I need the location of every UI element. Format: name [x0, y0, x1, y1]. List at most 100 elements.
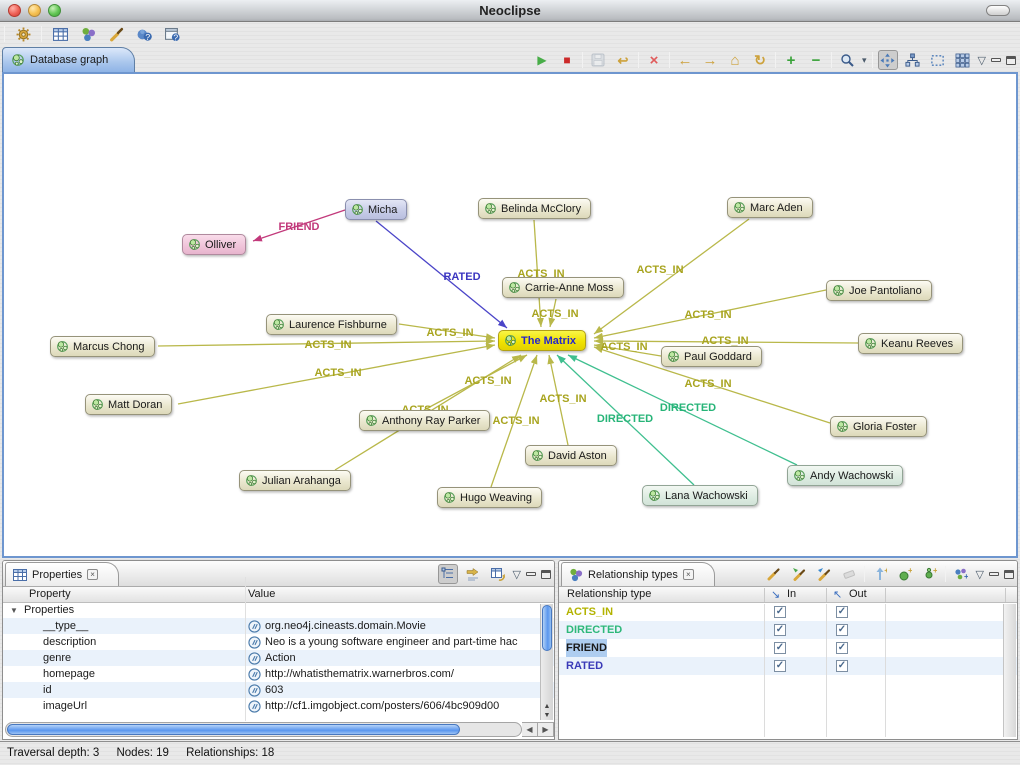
graph-canvas[interactable]: FRIENDRATEDACTS_INACTS_INACTS_INACTS_INA…: [2, 72, 1018, 558]
graph-node-gloria-foster[interactable]: Gloria Foster: [830, 416, 927, 437]
scroll-right-icon[interactable]: ▶: [538, 722, 554, 737]
relationship-row[interactable]: ACTS_IN✓✓: [559, 603, 1017, 621]
properties-vscrollbar[interactable]: ▲▼: [540, 604, 553, 720]
out-checkbox[interactable]: ✓: [836, 606, 848, 618]
in-checkbox[interactable]: ✓: [774, 642, 786, 654]
pan-mode-button[interactable]: [878, 50, 898, 70]
add-outgoing-node-button[interactable]: +: [920, 564, 940, 584]
scroll-down-icon[interactable]: ▼: [541, 711, 553, 720]
column-property: Property: [29, 588, 71, 600]
property-row[interactable]: homepagehttp://whatisthematrix.warnerbro…: [3, 666, 554, 682]
dynamic-help-icon[interactable]: ?: [162, 24, 182, 44]
graph-node-carrie-anne-moss[interactable]: Carrie-Anne Moss: [502, 277, 624, 298]
forward-button[interactable]: →: [700, 50, 720, 70]
scroll-up-icon[interactable]: ▲: [541, 702, 553, 711]
out-checkbox[interactable]: ✓: [836, 660, 848, 672]
marquee-select-button[interactable]: [928, 50, 948, 70]
minimize-view-button[interactable]: [991, 58, 1001, 62]
graph-node-olliver[interactable]: Olliver: [182, 234, 246, 255]
zoom-out-button[interactable]: −: [806, 50, 826, 70]
graph-node-hugo-weaving[interactable]: Hugo Weaving: [437, 487, 542, 508]
graph-node-andy-wachowski[interactable]: Andy Wachowski: [787, 465, 903, 486]
graph-node-marc-aden[interactable]: Marc Aden: [727, 197, 813, 218]
run-button[interactable]: ▶: [532, 50, 552, 70]
relationship-row[interactable]: RATED✓✓: [559, 657, 1017, 675]
delete-button[interactable]: ×: [644, 50, 664, 70]
close-icon[interactable]: ×: [87, 569, 98, 580]
property-row[interactable]: imageUrlhttp://cf1.imgobject.com/posters…: [3, 698, 554, 714]
maximize-view-button[interactable]: [1006, 56, 1016, 65]
save-button[interactable]: [588, 50, 608, 70]
property-row[interactable]: __type__org.neo4j.cineasts.domain.Movie: [3, 618, 554, 634]
relationship-vscrollbar[interactable]: [1003, 604, 1016, 737]
revert-button[interactable]: ↩: [613, 50, 633, 70]
close-icon[interactable]: ×: [683, 569, 694, 580]
help-contents-icon[interactable]: ?: [134, 24, 154, 44]
tab-properties[interactable]: Properties ×: [5, 562, 119, 586]
properties-hscrollbar[interactable]: ◀ ▶: [5, 722, 554, 737]
home-button[interactable]: ⌂: [725, 50, 745, 70]
view-menu-button[interactable]: ▽: [978, 54, 986, 67]
follow-selection-button[interactable]: [463, 564, 483, 584]
graph-node-david-aston[interactable]: David Aston: [525, 445, 617, 466]
property-row[interactable]: descriptionNeo is a young software engin…: [3, 634, 554, 650]
graph-node-julian-arahanga[interactable]: Julian Arahanga: [239, 470, 351, 491]
graph-node-anthony-ray-parker[interactable]: Anthony Ray Parker: [359, 410, 490, 431]
properties-table-icon[interactable]: [50, 24, 70, 44]
view-menu-button[interactable]: ▽: [513, 568, 521, 581]
refresh-table-button[interactable]: [488, 564, 508, 584]
view-menu-button[interactable]: ▽: [976, 568, 984, 581]
graph-node-belinda-mcclory[interactable]: Belinda McClory: [478, 198, 591, 219]
graph-node-marcus-chong[interactable]: Marcus Chong: [50, 336, 155, 357]
maximize-view-button[interactable]: [1004, 570, 1014, 579]
back-button[interactable]: ←: [675, 50, 695, 70]
graph-node-laurence-fishburne[interactable]: Laurence Fishburne: [266, 314, 397, 335]
properties-group-row[interactable]: ▼ Properties: [3, 603, 554, 618]
in-checkbox[interactable]: ✓: [774, 624, 786, 636]
minimize-view-button[interactable]: [989, 572, 999, 576]
add-incoming-node-button[interactable]: +: [895, 564, 915, 584]
graph-node-lana-wachowski[interactable]: Lana Wachowski: [642, 485, 758, 506]
refresh-button[interactable]: ↻: [750, 50, 770, 70]
grid-layout-button[interactable]: [953, 50, 973, 70]
highlight-end-nodes-button[interactable]: [814, 564, 834, 584]
new-relationship-type-button[interactable]: +: [951, 564, 971, 584]
zoom-in-button[interactable]: +: [781, 50, 801, 70]
decorate-brush-icon[interactable]: [106, 24, 126, 44]
add-relationship-button[interactable]: ✦: [870, 564, 890, 584]
clear-highlight-button[interactable]: [839, 564, 859, 584]
tab-database-graph[interactable]: Database graph: [2, 47, 135, 72]
relationship-row[interactable]: DIRECTED✓✓: [559, 621, 1017, 639]
minimize-view-button[interactable]: [526, 572, 536, 576]
graph-node-micha[interactable]: Micha: [345, 199, 407, 220]
tab-relationship-types[interactable]: Relationship types ×: [561, 562, 715, 586]
show-categories-button[interactable]: [438, 564, 458, 584]
node-label: David Aston: [548, 450, 607, 462]
graph-node-matt-doran[interactable]: Matt Doran: [85, 394, 172, 415]
magnifier-dropdown-icon[interactable]: ▾: [862, 55, 867, 66]
property-row[interactable]: id603: [3, 682, 554, 698]
vscroll-thumb[interactable]: [542, 605, 552, 651]
property-row[interactable]: genreAction: [3, 650, 554, 666]
in-checkbox[interactable]: ✓: [774, 660, 786, 672]
magnifier-button[interactable]: [837, 50, 857, 70]
graph-node-the-matrix[interactable]: The Matrix: [498, 330, 586, 351]
in-checkbox[interactable]: ✓: [774, 606, 786, 618]
preferences-gear-icon[interactable]: [13, 24, 33, 44]
graph-node-joe-pantoliano[interactable]: Joe Pantoliano: [826, 280, 932, 301]
highlight-relationships-button[interactable]: [764, 564, 784, 584]
hscroll-thumb[interactable]: [7, 724, 460, 735]
expand-triangle-icon[interactable]: ▼: [10, 603, 18, 618]
graph-node-paul-goddard[interactable]: Paul Goddard: [661, 346, 762, 367]
highlight-start-nodes-button[interactable]: [789, 564, 809, 584]
relationship-row[interactable]: FRIEND✓✓: [559, 639, 1017, 657]
out-checkbox[interactable]: ✓: [836, 624, 848, 636]
graph-node-keanu-reeves[interactable]: Keanu Reeves: [858, 333, 963, 354]
stop-button[interactable]: ■: [557, 50, 577, 70]
maximize-view-button[interactable]: [541, 570, 551, 579]
scroll-left-icon[interactable]: ◀: [522, 722, 538, 737]
toolbar-toggle-button[interactable]: [986, 5, 1010, 16]
out-checkbox[interactable]: ✓: [836, 642, 848, 654]
tree-layout-button[interactable]: [903, 50, 923, 70]
relationship-types-icon[interactable]: [78, 24, 98, 44]
